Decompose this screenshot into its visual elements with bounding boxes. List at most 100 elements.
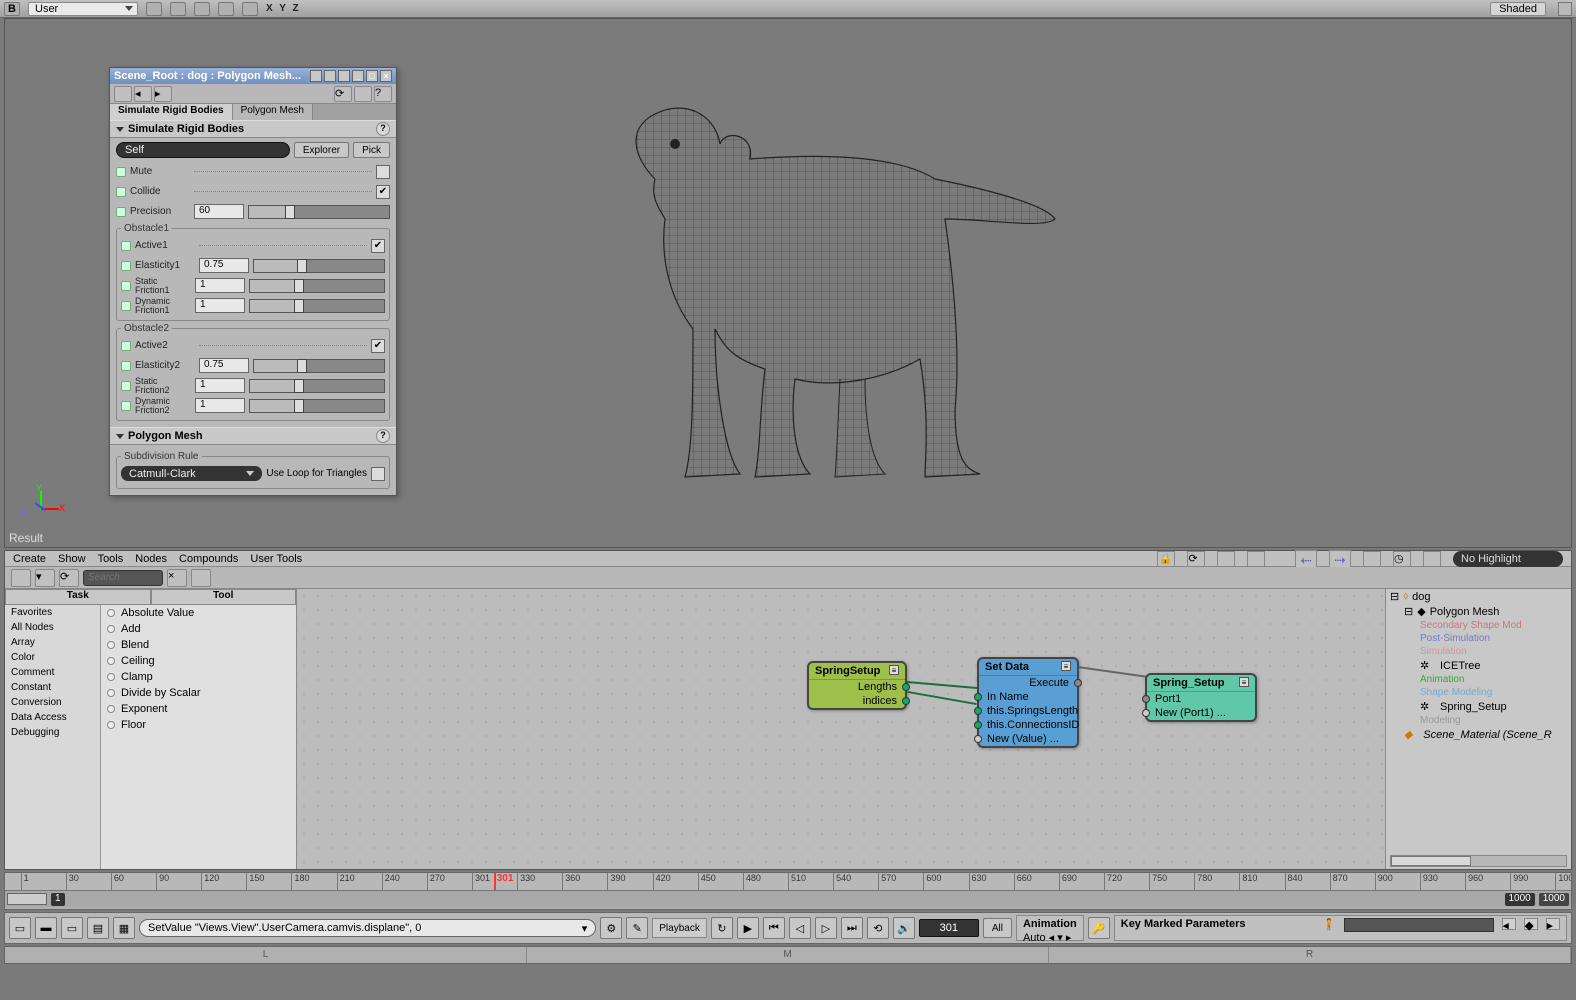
collide-checkbox[interactable]: ✔ [376, 185, 390, 199]
anim-dot[interactable] [116, 207, 126, 217]
port-inname[interactable]: In Name [979, 690, 1077, 704]
layout-btn-5[interactable]: ▦ [113, 917, 135, 939]
tree-item[interactable]: Secondary Shape Mod [1386, 619, 1571, 632]
menu-usertools[interactable]: User Tools [250, 553, 302, 565]
precision-slider[interactable] [248, 205, 390, 219]
node-item[interactable]: Clamp [101, 669, 296, 685]
elasticity2-field[interactable]: 0.75 [199, 358, 249, 373]
node-item[interactable]: Add [101, 621, 296, 637]
kmp-slider[interactable] [1344, 918, 1494, 932]
refresh-icon[interactable]: ⟳ [334, 86, 352, 102]
node-item[interactable]: Floor [101, 717, 296, 733]
section-help-icon[interactable]: ? [376, 122, 390, 136]
cat-item[interactable]: Constant [5, 680, 100, 695]
node-item[interactable]: Ceiling [101, 653, 296, 669]
panel-close[interactable]: × [380, 70, 392, 82]
explorer-button[interactable]: Explorer [294, 142, 349, 158]
task-tab[interactable]: Task [5, 589, 151, 605]
search-clear-icon[interactable]: × [167, 569, 187, 587]
range-start[interactable]: 1 [51, 893, 65, 906]
layout-btn-3[interactable]: ▭ [61, 917, 83, 939]
layout-btn-4[interactable]: ▤ [87, 917, 109, 939]
tree-item[interactable]: ✲ ICETree [1386, 658, 1571, 673]
node-setdata[interactable]: Set Data≡ Execute In Name this.SpringsLe… [977, 657, 1079, 748]
node-expand-icon[interactable]: ≡ [1239, 677, 1249, 687]
axis-toggle[interactable]: X Y Z [266, 3, 301, 14]
toolbar-icon-3[interactable] [194, 2, 210, 16]
node-item[interactable]: Divide by Scalar [101, 685, 296, 701]
section-help-icon[interactable]: ? [376, 429, 390, 443]
cat-item[interactable]: All Nodes [5, 620, 100, 635]
menu-tools[interactable]: Tools [98, 553, 124, 565]
active2-checkbox[interactable]: ✔ [371, 339, 385, 353]
keyframe-icon[interactable] [354, 86, 372, 102]
explorer-hscroll[interactable] [1390, 855, 1567, 867]
tree-polymesh[interactable]: ⊟◆Polygon Mesh [1386, 604, 1571, 619]
node-expand-icon[interactable]: ≡ [1061, 661, 1071, 671]
all-button[interactable]: All [983, 918, 1012, 938]
cat-item[interactable]: Comment [5, 665, 100, 680]
node-item[interactable]: Absolute Value [101, 605, 296, 621]
tree-dog[interactable]: ⊟⬨dog [1386, 589, 1571, 604]
left-tool-1[interactable] [11, 569, 31, 587]
pick-button[interactable]: Pick [353, 142, 390, 158]
self-dropdown[interactable]: Self [116, 142, 290, 158]
node-springsetup-compound[interactable]: Spring_Setup≡ Port1 New (Port1) ... [1145, 673, 1257, 722]
cat-item[interactable]: Color [5, 650, 100, 665]
tree-item[interactable]: ◆ Scene_Material (Scene_R [1386, 727, 1571, 742]
node-expand-icon[interactable]: ≡ [889, 665, 899, 675]
dfric1-field[interactable]: 1 [195, 298, 245, 313]
port-lengths[interactable]: Lengths [809, 680, 905, 694]
prev-key-button[interactable]: ◁ [789, 917, 811, 939]
menu-btn-b[interactable]: B [4, 2, 20, 16]
layout-btn-2[interactable]: ▬ [35, 917, 57, 939]
node-list[interactable]: Absolute Value Add Blend Ceiling Clamp D… [101, 605, 296, 869]
mute-checkbox[interactable] [376, 165, 390, 179]
script-run-icon[interactable]: ⚙ [600, 917, 622, 939]
range-end[interactable]: 1000 [1505, 893, 1535, 906]
loop-button[interactable]: ↻ [711, 917, 733, 939]
sfric2-field[interactable]: 1 [195, 378, 245, 393]
cat-item[interactable]: Conversion [5, 695, 100, 710]
anim-dot[interactable] [116, 167, 126, 177]
first-frame-button[interactable]: ⏮ [763, 917, 785, 939]
search-go-icon[interactable] [191, 569, 211, 587]
toolbar-icon[interactable] [1363, 551, 1381, 567]
viewport-3d[interactable]: Y X Z Result Scene_Root : dog : Polygon … [4, 18, 1572, 548]
panel-minimize[interactable]: _ [352, 70, 364, 82]
tree-item[interactable]: Modeling [1386, 714, 1571, 727]
node-item[interactable]: Exponent [101, 701, 296, 717]
refresh-icon[interactable]: ⟳ [1187, 551, 1205, 567]
kmp-next[interactable]: ▸ [1546, 918, 1560, 930]
tab-simulate[interactable]: Simulate Rigid Bodies [110, 104, 233, 120]
panel-icon-3[interactable] [338, 70, 350, 82]
nav-fwd-button[interactable]: ⤑ [1329, 550, 1351, 568]
tab-polymesh[interactable]: Polygon Mesh [233, 104, 313, 120]
timeline-cursor[interactable] [494, 873, 496, 890]
highlight-dropdown[interactable]: No Highlight [1453, 551, 1563, 567]
tree-item[interactable]: ✲ Spring_Setup [1386, 699, 1571, 714]
port-newport[interactable]: New (Port1) ... [1147, 706, 1255, 720]
elasticity1-slider[interactable] [253, 259, 385, 273]
play-button[interactable]: ▶ [737, 917, 759, 939]
cat-item[interactable]: Array [5, 635, 100, 650]
port-connectionsid[interactable]: this.ConnectionsID [979, 718, 1077, 732]
next-key-button[interactable]: ▷ [815, 917, 837, 939]
kmp-key[interactable]: ◆ [1524, 918, 1538, 930]
port-springslength[interactable]: this.SpringsLength [979, 704, 1077, 718]
dfric1-slider[interactable] [249, 299, 385, 313]
nav-back-icon[interactable]: ◂ [134, 86, 152, 102]
active1-checkbox[interactable]: ✔ [371, 239, 385, 253]
scroll-thumb[interactable] [7, 893, 47, 905]
anim-dot[interactable] [116, 187, 126, 197]
sfric1-slider[interactable] [249, 279, 385, 293]
toolbar-icon[interactable] [1217, 551, 1235, 567]
nav-back-button[interactable]: ⬸ [1295, 550, 1317, 568]
tree-item[interactable]: Post-Simulation [1386, 632, 1571, 645]
toolbar-icon[interactable] [1423, 551, 1441, 567]
lock-icon[interactable] [114, 86, 132, 102]
menu-create[interactable]: Create [13, 553, 46, 565]
sfric1-field[interactable]: 1 [195, 278, 245, 293]
node-springsetup[interactable]: SpringSetup≡ Lengths indices [807, 661, 907, 710]
cat-item[interactable]: Favorites [5, 605, 100, 620]
